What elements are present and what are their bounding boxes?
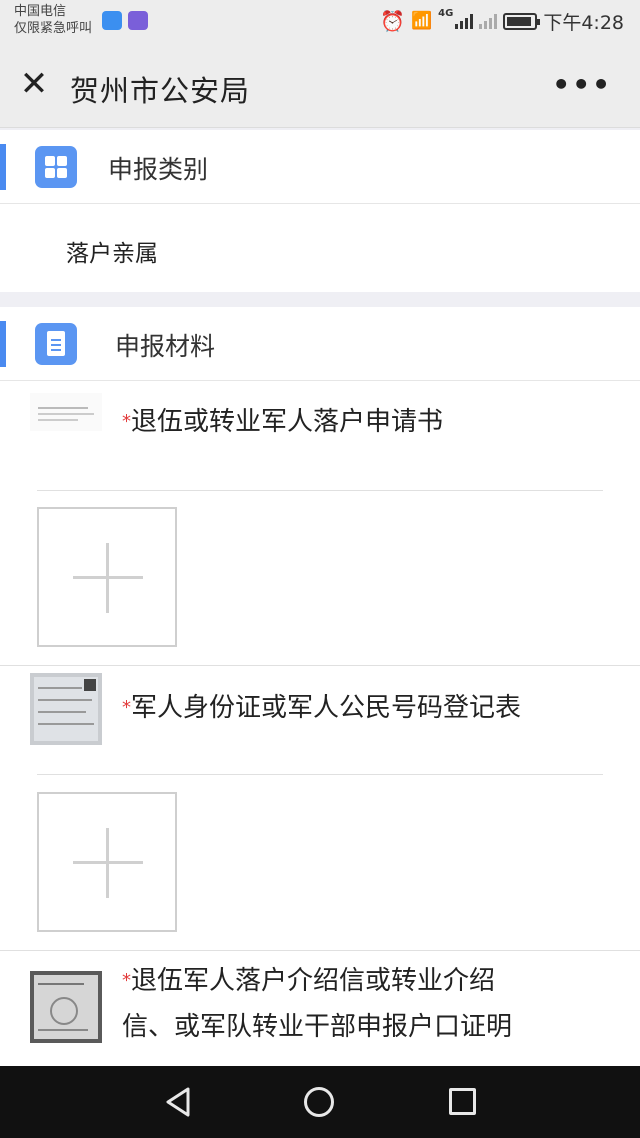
close-icon: ✕	[19, 64, 49, 104]
more-button[interactable]: •••	[552, 68, 612, 101]
upload-add-button[interactable]	[37, 507, 177, 647]
document-thumbnail[interactable]	[30, 673, 102, 745]
battery-icon	[503, 12, 541, 30]
section-accent-bar	[0, 321, 6, 367]
material-label: *退伍军人落户介绍信或转业介绍 信、或军队转业干部申报户口证明	[122, 958, 512, 1050]
notification-app-icon	[102, 11, 122, 30]
home-icon[interactable]	[304, 1087, 334, 1117]
material-item: *退伍或转业军人落户申请书	[0, 381, 640, 667]
materials-card: 申报材料 *退伍或转业军人落户申请书 *军人身份证或军人公民号码登记表 *退伍军…	[0, 307, 640, 1067]
materials-header: 申报材料	[0, 307, 640, 381]
required-mark: *	[122, 411, 131, 432]
document-thumbnail[interactable]	[30, 971, 102, 1043]
divider	[37, 774, 603, 775]
category-value: 落户亲属	[66, 241, 158, 267]
required-mark: *	[122, 970, 131, 991]
material-item: *退伍军人落户介绍信或转业介绍 信、或军队转业干部申报户口证明	[0, 952, 640, 1067]
signal-icon	[455, 13, 474, 29]
title-bar: ✕ 贺州市公安局 •••	[0, 42, 640, 128]
document-icon	[35, 323, 77, 365]
divider	[0, 950, 640, 951]
close-button[interactable]: ✕	[16, 67, 52, 103]
carrier-name: 中国电信	[14, 4, 67, 19]
divider	[37, 490, 603, 491]
page-title: 贺州市公安局	[70, 74, 251, 108]
grid-icon	[35, 146, 77, 188]
material-label-text: 军人身份证或军人公民号码登记表	[131, 693, 522, 723]
video-app-icon	[128, 11, 148, 30]
divider	[0, 665, 640, 666]
required-mark: *	[122, 697, 131, 718]
material-label-text: 退伍或转业军人落户申请书	[131, 407, 444, 437]
status-bar: 中国电信 仅限紧急呼叫 ⏰ 📶 4G 下午4:28	[0, 0, 640, 42]
alarm-icon: ⏰	[380, 9, 405, 33]
more-dots-icon: •••	[552, 68, 612, 101]
material-label: *军人身份证或军人公民号码登记表	[122, 685, 521, 731]
material-item: *军人身份证或军人公民号码登记表	[0, 667, 640, 951]
carrier-info: 中国电信 仅限紧急呼叫	[14, 3, 92, 37]
clock: 下午4:28	[543, 11, 624, 34]
material-label: *退伍或转业军人落户申请书	[122, 399, 443, 445]
navigation-bar	[0, 1066, 640, 1138]
category-header: 申报类别	[0, 130, 640, 204]
materials-title: 申报材料	[115, 332, 216, 361]
signal-2-icon	[479, 13, 498, 29]
recent-apps-icon[interactable]	[449, 1088, 476, 1115]
wifi-icon: 📶	[410, 11, 433, 31]
material-label-text-line2: 信、或军队转业干部申报户口证明	[122, 1012, 513, 1042]
category-title: 申报类别	[108, 155, 209, 184]
network-type: 4G	[438, 8, 454, 19]
upload-add-button[interactable]	[37, 792, 177, 932]
category-card: 申报类别 落户亲属	[0, 130, 640, 292]
document-thumbnail[interactable]	[30, 393, 102, 431]
section-accent-bar	[0, 144, 6, 190]
material-label-text: 退伍军人落户介绍信或转业介绍	[131, 966, 496, 996]
back-icon[interactable]	[162, 1086, 194, 1118]
carrier-note: 仅限紧急呼叫	[14, 21, 93, 36]
